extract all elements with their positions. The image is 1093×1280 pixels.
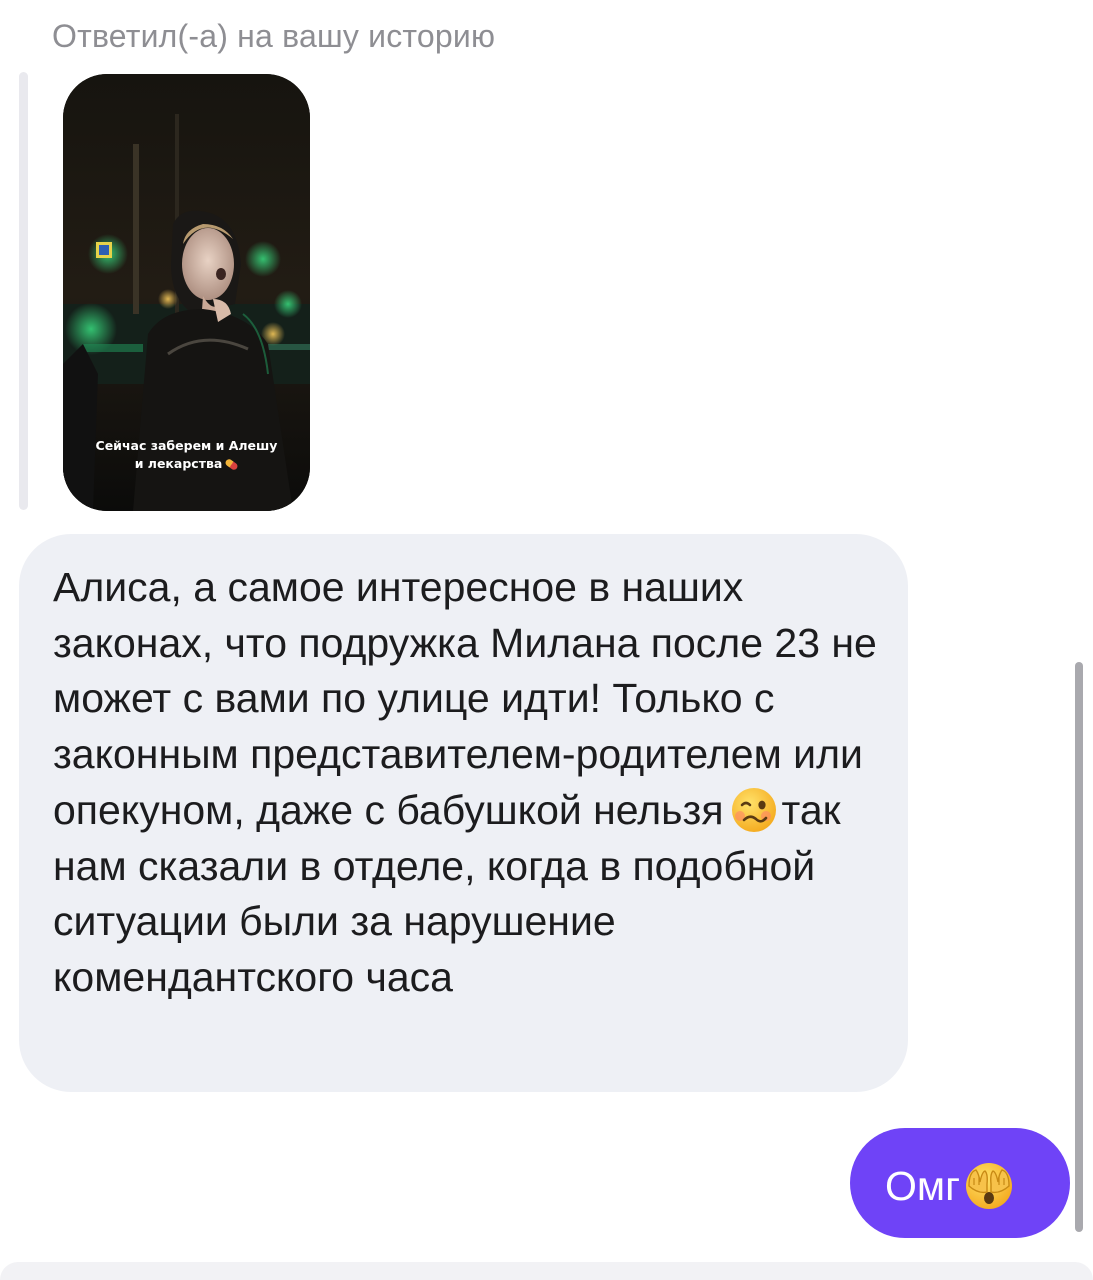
outgoing-message-word: Омг bbox=[885, 1163, 961, 1209]
story-caption-line2: и лекарства bbox=[134, 456, 223, 471]
story-caption-line1: Сейчас заберем и Алешу bbox=[95, 438, 278, 453]
incoming-message-bubble[interactable]: Алиса, а самое интересное в наших закона… bbox=[19, 534, 908, 1092]
pill-icon bbox=[224, 457, 240, 472]
scrollbar[interactable] bbox=[1075, 662, 1083, 1232]
outgoing-message-bubble[interactable]: Омг bbox=[850, 1128, 1070, 1238]
incoming-message-text: Алиса, а самое интересное в наших закона… bbox=[53, 560, 883, 1006]
composer-edge bbox=[0, 1262, 1093, 1280]
woozy-face-icon bbox=[730, 786, 778, 834]
story-caption: Сейчас заберем и Алешу и лекарства bbox=[63, 437, 310, 473]
story-thumbnail[interactable]: Сейчас заберем и Алешу и лекарства bbox=[63, 74, 310, 511]
reply-header: Ответил(-а) на вашу историю bbox=[52, 18, 496, 54]
face-with-hand-over-eyes-icon bbox=[963, 1160, 1015, 1212]
outgoing-message-text: Омг bbox=[885, 1160, 1019, 1212]
reply-quote-bar bbox=[19, 72, 28, 510]
